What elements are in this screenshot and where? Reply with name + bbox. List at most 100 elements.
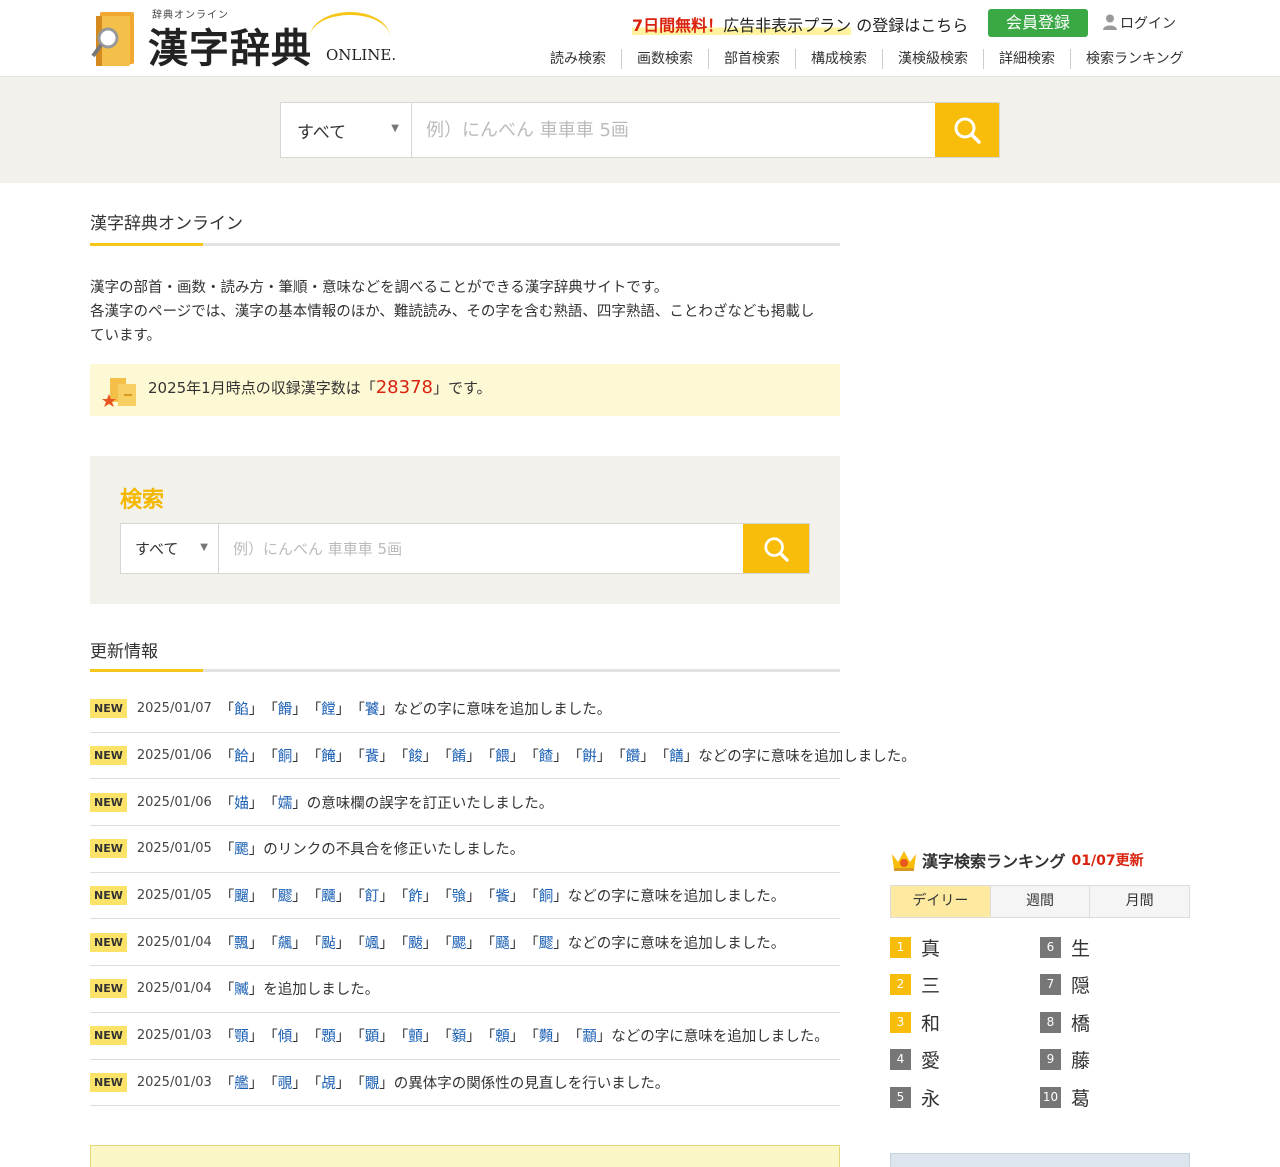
kanji-link[interactable]: 覗 bbox=[278, 1072, 293, 1093]
bracket: 「 bbox=[524, 749, 539, 766]
kanji-link[interactable]: 饕 bbox=[365, 698, 380, 719]
kanji-link[interactable]: 顡 bbox=[452, 1025, 467, 1046]
kanji-link[interactable]: 顬 bbox=[582, 1025, 597, 1046]
kanji-link[interactable]: 顖 bbox=[495, 1025, 510, 1046]
kanji-link[interactable]: 顫 bbox=[408, 1025, 423, 1046]
panel-search-input[interactable] bbox=[219, 524, 743, 573]
kanji-link[interactable]: 餣 bbox=[321, 745, 336, 766]
kanji-link[interactable]: 颸 bbox=[452, 932, 467, 953]
kanji-link[interactable]: 覵 bbox=[365, 1072, 380, 1093]
kanji-link[interactable]: 覘 bbox=[321, 1072, 336, 1093]
kanji-link[interactable]: 餕 bbox=[408, 745, 423, 766]
kanji-link[interactable]: 飺 bbox=[495, 885, 510, 906]
kanji-link[interactable]: 颾 bbox=[495, 932, 510, 953]
ranking-item[interactable]: 5永 bbox=[890, 1084, 1030, 1110]
kanji-link[interactable]: 餄 bbox=[234, 745, 249, 766]
ranking-item[interactable]: 6生 bbox=[1040, 934, 1180, 960]
kanji-link[interactable]: 餇 bbox=[539, 885, 554, 906]
search-input[interactable] bbox=[412, 103, 935, 157]
kanji-link[interactable]: 餚 bbox=[452, 745, 467, 766]
kanji-link[interactable]: 傾 bbox=[278, 1025, 293, 1046]
kanji-link[interactable]: 颸 bbox=[234, 838, 249, 859]
ranking-item[interactable]: 10 葛 bbox=[1040, 1084, 1180, 1110]
bracket: 「 bbox=[306, 889, 322, 906]
kanji-link[interactable]: 餠 bbox=[582, 745, 597, 766]
nav-radical-search[interactable]: 部首検索 bbox=[708, 49, 795, 69]
premium-plan-link[interactable]: 7日間無料！広告非表示プラン の登録はこちら bbox=[632, 12, 968, 36]
kanji-link[interactable]: 饄 bbox=[321, 698, 336, 719]
kanji-link[interactable]: 餶 bbox=[278, 698, 293, 719]
nav-advanced-search[interactable]: 詳細検索 bbox=[983, 49, 1070, 69]
news-item: NEW 2025/01/07 「餡」「餶」「饄」「饕」などの字に意味を追加しました。 bbox=[90, 686, 840, 733]
ranking-item[interactable]: 9藤 bbox=[1040, 1047, 1180, 1073]
kanji-link[interactable]: 颯 bbox=[365, 932, 380, 953]
news-date: 2025/01/05 bbox=[136, 841, 212, 857]
intro-line: ています。 bbox=[90, 328, 162, 344]
news-text: などの字に意味を追加しました。 bbox=[611, 1029, 829, 1046]
kanji-link[interactable]: 饍 bbox=[669, 745, 684, 766]
register-button[interactable]: 会員登録 bbox=[988, 9, 1088, 37]
nav-stroke-search[interactable]: 画数検索 bbox=[621, 49, 708, 69]
search-button[interactable] bbox=[935, 103, 999, 157]
bracket: 」 bbox=[292, 1075, 307, 1092]
kanji-link[interactable]: 餇 bbox=[278, 745, 293, 766]
kanji-link[interactable]: 飅 bbox=[321, 885, 336, 906]
ad-free-banner[interactable] bbox=[90, 1145, 840, 1167]
kanji-link[interactable]: 餥 bbox=[365, 745, 380, 766]
kanji-link[interactable]: 餡 bbox=[234, 698, 249, 719]
bracket: 」 bbox=[422, 749, 438, 766]
bracket: 「 bbox=[219, 1075, 235, 1092]
panel-category-select[interactable]: すべて ▼ bbox=[121, 524, 219, 573]
tab-daily[interactable]: デイリー bbox=[891, 886, 990, 917]
kanji-link[interactable]: 顎 bbox=[234, 1025, 249, 1046]
news-item: NEW 2025/01/04 「贓」を追加しました。 bbox=[90, 966, 840, 1013]
sidebar-banner[interactable] bbox=[890, 1153, 1190, 1167]
nav-search-ranking[interactable]: 検索ランキング bbox=[1070, 49, 1199, 69]
kanji-link[interactable]: 顋 bbox=[321, 1025, 336, 1046]
ranking-item[interactable]: 1真 bbox=[890, 934, 1030, 960]
kanji-link[interactable]: 飵 bbox=[408, 885, 423, 906]
kanji-link[interactable]: 顭 bbox=[539, 1025, 554, 1046]
kanji-link[interactable]: 飂 bbox=[278, 885, 293, 906]
kanji-link[interactable]: 媌 bbox=[234, 792, 249, 813]
kanji-link[interactable]: 顕 bbox=[365, 1025, 380, 1046]
search-category-select[interactable]: すべて ▼ bbox=[281, 103, 412, 157]
nav-component-search[interactable]: 構成検索 bbox=[795, 49, 882, 69]
kanji-link[interactable]: 飣 bbox=[365, 885, 380, 906]
news-item: NEW 2025/01/05 「颸」のリンクの不具合を修正いたしました。 bbox=[90, 826, 840, 873]
intro-text: 漢字の部首・画数・読み方・筆順・意味などを調べることができる漢字辞典サイトです。… bbox=[90, 276, 842, 348]
kanji-link[interactable]: 颰 bbox=[408, 932, 423, 953]
main-nav: 読み検索 画数検索 部首検索 構成検索 漢検級検索 詳細検索 検索ランキング bbox=[535, 49, 1199, 69]
kanji-link[interactable]: 飀 bbox=[234, 885, 249, 906]
tab-monthly[interactable]: 月間 bbox=[1089, 886, 1190, 917]
nav-reading-search[interactable]: 読み検索 bbox=[535, 49, 621, 69]
ranking-item[interactable]: 4愛 bbox=[890, 1047, 1030, 1073]
news-text: の意味欄の誤字を訂正いたしました。 bbox=[306, 795, 554, 812]
ranking-item[interactable]: 8橋 bbox=[1040, 1009, 1180, 1035]
kanji-link[interactable]: 餷 bbox=[539, 745, 554, 766]
ranking-item[interactable]: 2三 bbox=[890, 972, 1030, 998]
bracket: 」 bbox=[248, 749, 264, 766]
bracket: 」 bbox=[379, 889, 394, 906]
new-badge: NEW bbox=[90, 932, 127, 952]
kanji-link[interactable]: 饡 bbox=[626, 745, 641, 766]
ranking-item[interactable]: 7隠 bbox=[1040, 972, 1180, 998]
kanji-link[interactable]: 飄 bbox=[234, 932, 249, 953]
kanji-link[interactable]: 飸 bbox=[452, 885, 467, 906]
tab-weekly[interactable]: 週間 bbox=[989, 886, 1090, 917]
kanji-link[interactable]: 飆 bbox=[278, 932, 293, 953]
login-link[interactable]: ログイン bbox=[1103, 13, 1176, 33]
nav-kanken-search[interactable]: 漢検級検索 bbox=[882, 49, 983, 69]
ranking-item[interactable]: 3和 bbox=[890, 1009, 1030, 1035]
kanji-link[interactable]: 飂 bbox=[539, 932, 554, 953]
site-logo[interactable]: 辞典オンライン 漢字辞典 ONLINE. bbox=[90, 4, 400, 72]
kanji-link[interactable]: 贓 bbox=[234, 978, 249, 999]
panel-search-button[interactable] bbox=[743, 524, 809, 573]
kanji-link[interactable]: 颭 bbox=[321, 932, 336, 953]
bracket: 「 bbox=[306, 1075, 322, 1092]
kanji-link[interactable]: 艦 bbox=[234, 1072, 249, 1093]
bracket: 「 bbox=[654, 749, 670, 766]
bracket: 「 bbox=[263, 749, 278, 766]
kanji-link[interactable]: 嬬 bbox=[278, 792, 293, 813]
kanji-link[interactable]: 餵 bbox=[495, 745, 510, 766]
